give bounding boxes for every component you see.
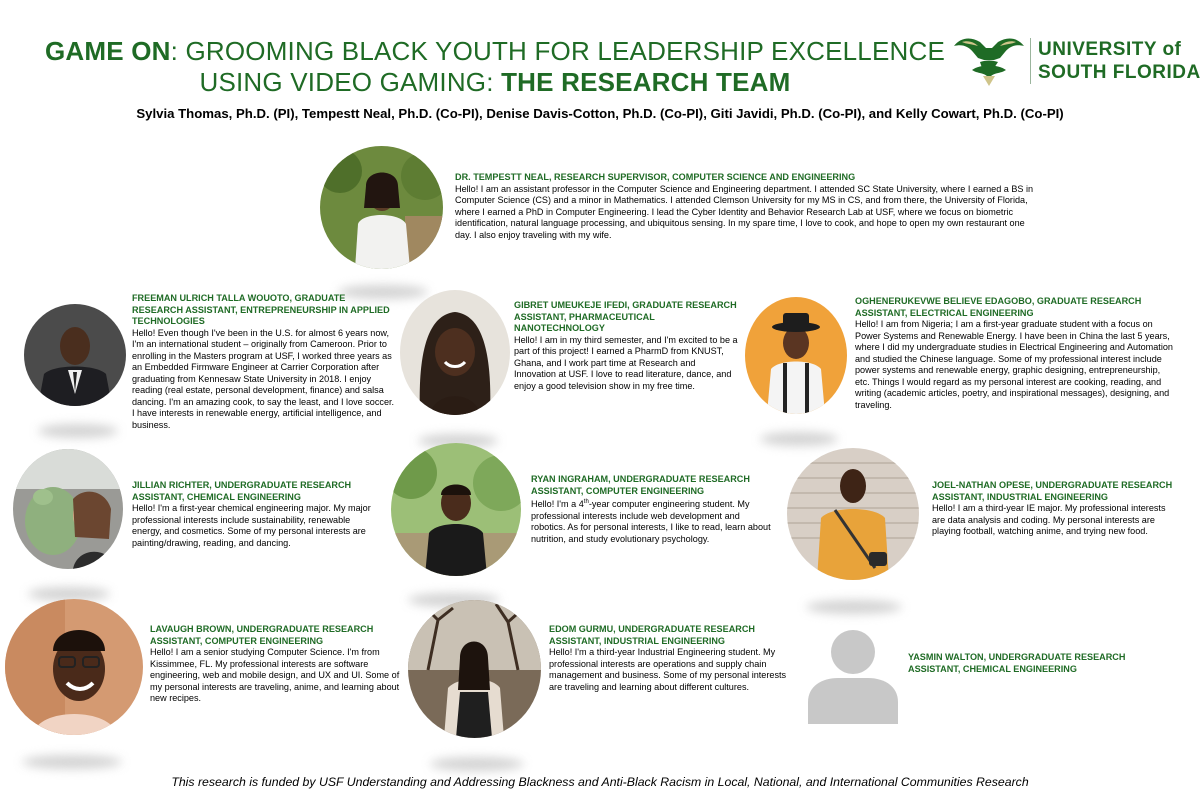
photo-gibret-ifedi: [400, 290, 510, 415]
poster-title: GAME ON: GROOMING BLACK YOUTH FOR LEADER…: [40, 36, 950, 98]
photo-shadow: [38, 424, 118, 438]
photo-ryan-ingraham: [391, 443, 521, 576]
title-line1-rest: : GROOMING BLACK YOUTH FOR LEADERSHIP EX…: [170, 36, 945, 66]
photo-joel-nathan-opese: [787, 448, 919, 580]
title-research-team: THE RESEARCH TEAM: [501, 67, 791, 97]
member-yasmin-walton: YASMIN WALTON, UNDERGRADUATE RESEARCH AS…: [908, 652, 1158, 675]
title-game-on: GAME ON: [44, 36, 171, 66]
funding-footer: This research is funded by USF Understan…: [171, 775, 1029, 789]
photo-lavaugh-brown: [5, 599, 143, 735]
photo-freeman-wouoto: [24, 304, 126, 406]
title-line2-rest: USING VIDEO GAMING:: [199, 67, 502, 97]
photo-shadow: [806, 600, 902, 614]
authors-line: Sylvia Thomas, Ph.D. (PI), Tempestt Neal…: [136, 106, 1064, 121]
logo-text: UNIVERSITY of SOUTH FLORIDA: [1038, 38, 1200, 84]
member-oghenerukevwe-edagobo: OGHENERUKEVWE BELIEVE EDAGOBO, GRADUATE …: [855, 296, 1175, 411]
member-tempestt-neal: DR. TEMPESTT NEAL, RESEARCH SUPERVISOR, …: [455, 172, 1035, 241]
member-name: GIBRET UMEUKEJE IFEDI, GRADUATE RESEARCH…: [514, 300, 737, 333]
member-edom-gurmu: EDOM GURMU, UNDERGRADUATE RESEARCH ASSIS…: [549, 624, 794, 693]
member-name: RYAN INGRAHAM, UNDERGRADUATE RESEARCH AS…: [531, 474, 750, 496]
member-bio: Hello! Even though I've been in the U.S.…: [132, 327, 395, 430]
title-line-1: GAME ON: GROOMING BLACK YOUTH FOR LEADER…: [40, 36, 950, 67]
title-line-2: USING VIDEO GAMING: THE RESEARCH TEAM: [40, 67, 950, 98]
member-bio: Hello! I'm a third-year Industrial Engin…: [549, 647, 787, 692]
person-placeholder-icon: [808, 630, 898, 724]
member-bio: Hello! I am a third-year IE major. My pr…: [932, 503, 1166, 536]
member-name: EDOM GURMU, UNDERGRADUATE RESEARCH ASSIS…: [549, 624, 755, 646]
photo-tempestt-neal: [320, 146, 443, 269]
member-name: JOEL-NATHAN OPESE, UNDERGRADUATE RESEARC…: [932, 480, 1173, 502]
photo-oghenerukevwe-edagobo: [745, 297, 847, 414]
logo-university: UNIVERSITY of: [1038, 39, 1182, 60]
photo-shadow: [760, 432, 838, 446]
member-ryan-ingraham: RYAN INGRAHAM, UNDERGRADUATE RESEARCH AS…: [531, 474, 771, 545]
member-lavaugh-brown: LAVAUGH BROWN, UNDERGRADUATE RESEARCH AS…: [150, 624, 400, 705]
member-bio: Hello! I'm a first-year chemical enginee…: [132, 503, 371, 548]
member-name: LAVAUGH BROWN, UNDERGRADUATE RESEARCH AS…: [150, 624, 374, 646]
photo-shadow: [430, 757, 524, 771]
member-freeman-wouoto: FREEMAN ULRICH TALLA WOUOTO, GRADUATE RE…: [132, 293, 397, 431]
member-gibret-ifedi: GIBRET UMEUKEJE IFEDI, GRADUATE RESEARCH…: [514, 300, 739, 392]
member-name: OGHENERUKEVWE BELIEVE EDAGOBO, GRADUATE …: [855, 296, 1142, 318]
member-bio: Hello! I am an assistant professor in th…: [455, 183, 1034, 240]
member-bio: Hello! I am from Nigeria; I am a first-y…: [855, 319, 1173, 410]
member-jillian-richter: JILLIAN RICHTER, UNDERGRADUATE RESEARCH …: [132, 480, 377, 549]
member-name: YASMIN WALTON, UNDERGRADUATE RESEARCH AS…: [908, 652, 1126, 674]
usf-logo: UNIVERSITY of SOUTH FLORIDA: [950, 30, 1200, 92]
member-bio: Hello! I'm a 4th-year computer engineeri…: [531, 497, 771, 545]
member-name: DR. TEMPESTT NEAL, RESEARCH SUPERVISOR, …: [455, 172, 856, 182]
member-name: JILLIAN RICHTER, UNDERGRADUATE RESEARCH …: [132, 480, 352, 502]
photo-shadow: [22, 755, 122, 769]
member-bio: Hello! I am a senior studying Computer S…: [150, 647, 400, 703]
photo-placeholder-yasmin-walton: [808, 630, 898, 724]
bio-part: Hello! I'm a 4: [531, 499, 584, 510]
usf-bull-logo-icon: [954, 38, 1024, 86]
logo-south-florida: SOUTH FLORIDA: [1038, 62, 1200, 83]
member-joel-nathan-opese: JOEL-NATHAN OPESE, UNDERGRADUATE RESEARC…: [932, 480, 1180, 538]
photo-edom-gurmu: [408, 600, 541, 738]
member-bio: Hello! I am in my third semester, and I'…: [514, 334, 738, 391]
logo-divider: [1030, 38, 1031, 84]
photo-jillian-richter: [13, 449, 123, 569]
member-name: FREEMAN ULRICH TALLA WOUOTO, GRADUATE RE…: [132, 293, 390, 326]
